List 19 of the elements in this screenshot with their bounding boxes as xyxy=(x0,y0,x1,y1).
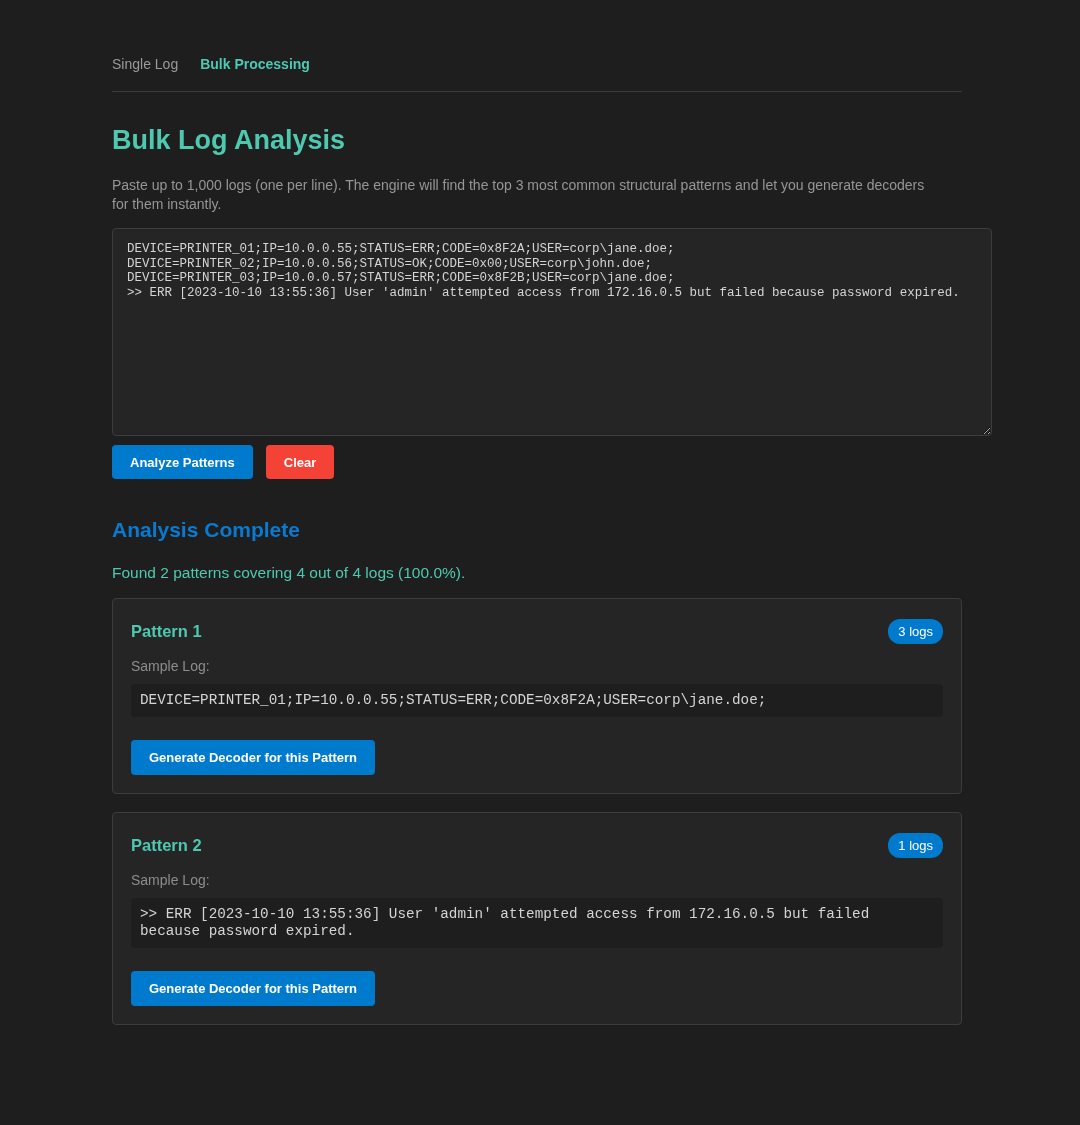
generate-decoder-button[interactable]: Generate Decoder for this Pattern xyxy=(131,971,376,1006)
analyze-button[interactable]: Analyze Patterns xyxy=(112,445,253,479)
sample-log-label: Sample Log: xyxy=(131,871,211,889)
log-count-badge: 3 logs xyxy=(888,618,943,644)
sample-log-code: DEVICE=PRINTER_01;IP=10.0.0.55;STATUS=ERR;CODE=0x8F2A;USER=corp\jane.doe; xyxy=(131,684,943,717)
log-count-badge: 1 logs xyxy=(888,832,943,858)
results-summary: Found 2 patterns covering 4 out of 4 logs (100.0%). xyxy=(112,563,467,583)
pattern-title: Pattern 2 xyxy=(131,835,202,856)
description-text: Paste up to 1,000 logs (one per line). The engine will find the top 3 most common structural patterns and let you generate decoders for them instantly. xyxy=(112,176,926,214)
generate-decoder-button[interactable]: Generate Decoder for this Pattern xyxy=(131,740,376,775)
page-title: Bulk Log Analysis xyxy=(112,124,347,157)
tab[interactable]: Bulk Processing xyxy=(200,50,310,78)
sample-log-label: Sample Log: xyxy=(131,657,211,675)
results-heading: Analysis Complete xyxy=(112,517,301,543)
sample-log-code: >> ERR [2023-10-10 13:55:36] User 'admin' attempted access from 172.16.0.5 but failed because password expired. xyxy=(131,898,943,948)
clear-button[interactable]: Clear xyxy=(265,445,335,479)
log-input-field[interactable]: DEVICE=PRINTER_01;IP=10.0.0.55;STATUS=ERR;CODE=0x8F2A;USER=corp\jane.doe; DEVICE=PRINTER_02;IP=10.0.0.56;STATUS=OK;CODE=0x00;USER=corp\john.doe; DEVICE=PRINTER_03;IP=10.0.0.57;STATUS=ERR;CODE=0x8F2B;USER=corp\jane.doe; >> ERR [2023-10-10 13:55:36] User 'admin' attempted access from 172.16.0.5 but failed because password expired. xyxy=(112,228,992,436)
tab[interactable]: Single Log xyxy=(112,50,179,78)
pattern-title: Pattern 1 xyxy=(131,621,202,642)
